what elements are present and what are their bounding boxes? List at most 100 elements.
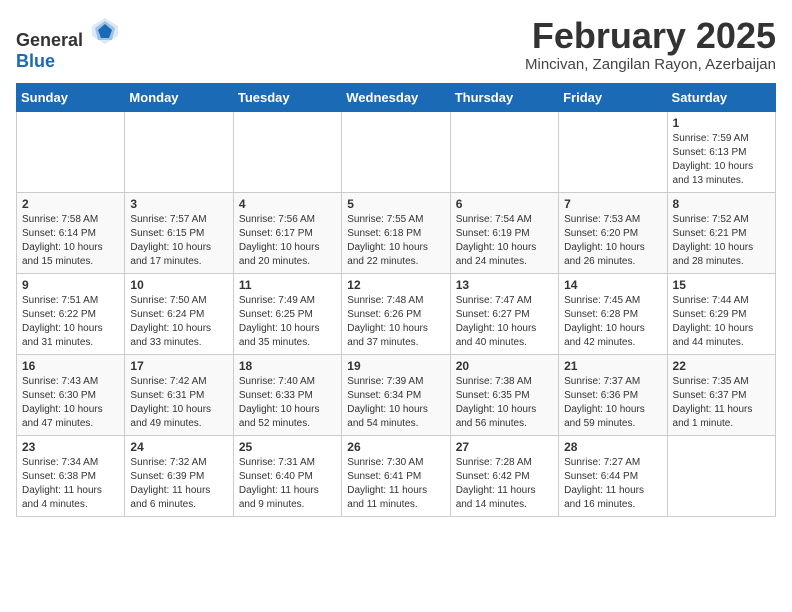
day-content: Sunrise: 7:39 AM Sunset: 6:34 PM Dayligh… — [347, 375, 444, 431]
calendar-cell — [342, 111, 450, 192]
calendar-cell — [667, 435, 775, 516]
day-content: Sunrise: 7:56 AM Sunset: 6:17 PM Dayligh… — [239, 213, 336, 269]
day-number: 7 — [564, 197, 661, 211]
logo-general-text: General — [16, 30, 83, 50]
day-header-wednesday: Wednesday — [342, 83, 450, 111]
calendar-cell: 11 Sunrise: 7:49 AM Sunset: 6:25 PM Dayli… — [233, 273, 341, 354]
day-number: 10 — [130, 278, 227, 292]
day-content: Sunrise: 7:51 AM Sunset: 6:22 PM Dayligh… — [22, 294, 119, 350]
calendar-cell: 26 Sunrise: 7:30 AM Sunset: 6:41 PM Dayli… — [342, 435, 450, 516]
calendar-cell: 2 Sunrise: 7:58 AM Sunset: 6:14 PM Daylig… — [17, 192, 125, 273]
day-number: 25 — [239, 440, 336, 454]
day-content: Sunrise: 7:48 AM Sunset: 6:26 PM Dayligh… — [347, 294, 444, 350]
day-header-monday: Monday — [125, 83, 233, 111]
day-number: 8 — [673, 197, 770, 211]
calendar-cell — [450, 111, 558, 192]
logo-blue-text: Blue — [16, 51, 55, 71]
day-number: 17 — [130, 359, 227, 373]
day-content: Sunrise: 7:58 AM Sunset: 6:14 PM Dayligh… — [22, 213, 119, 269]
day-content: Sunrise: 7:42 AM Sunset: 6:31 PM Dayligh… — [130, 375, 227, 431]
day-number: 15 — [673, 278, 770, 292]
logo: General Blue — [16, 16, 120, 72]
day-number: 2 — [22, 197, 119, 211]
month-title: February 2025 — [525, 16, 776, 56]
day-number: 6 — [456, 197, 553, 211]
day-header-thursday: Thursday — [450, 83, 558, 111]
week-row-1: 1 Sunrise: 7:59 AM Sunset: 6:13 PM Daylig… — [17, 111, 776, 192]
location-title: Mincivan, Zangilan Rayon, Azerbaijan — [525, 56, 776, 73]
calendar-cell: 17 Sunrise: 7:42 AM Sunset: 6:31 PM Dayli… — [125, 354, 233, 435]
day-header-saturday: Saturday — [667, 83, 775, 111]
day-number: 20 — [456, 359, 553, 373]
day-content: Sunrise: 7:44 AM Sunset: 6:29 PM Dayligh… — [673, 294, 770, 350]
day-content: Sunrise: 7:47 AM Sunset: 6:27 PM Dayligh… — [456, 294, 553, 350]
day-number: 26 — [347, 440, 444, 454]
calendar-cell: 19 Sunrise: 7:39 AM Sunset: 6:34 PM Dayli… — [342, 354, 450, 435]
calendar-cell: 8 Sunrise: 7:52 AM Sunset: 6:21 PM Daylig… — [667, 192, 775, 273]
calendar-cell: 1 Sunrise: 7:59 AM Sunset: 6:13 PM Daylig… — [667, 111, 775, 192]
day-number: 11 — [239, 278, 336, 292]
calendar-cell: 7Sunrise: 7:53 AM Sunset: 6:20 PM Daylig… — [559, 192, 667, 273]
day-content: Sunrise: 7:43 AM Sunset: 6:30 PM Dayligh… — [22, 375, 119, 431]
day-content: Sunrise: 7:45 AM Sunset: 6:28 PM Dayligh… — [564, 294, 661, 350]
day-number: 28 — [564, 440, 661, 454]
calendar-cell: 15 Sunrise: 7:44 AM Sunset: 6:29 PM Dayli… — [667, 273, 775, 354]
day-header-sunday: Sunday — [17, 83, 125, 111]
day-number: 27 — [456, 440, 553, 454]
calendar-cell: 4 Sunrise: 7:56 AM Sunset: 6:17 PM Daylig… — [233, 192, 341, 273]
header: General Blue February 2025 Mincivan, Zan… — [16, 16, 776, 73]
calendar-cell: 20 Sunrise: 7:38 AM Sunset: 6:35 PM Dayli… — [450, 354, 558, 435]
day-number: 19 — [347, 359, 444, 373]
day-content: Sunrise: 7:50 AM Sunset: 6:24 PM Dayligh… — [130, 294, 227, 350]
day-content: Sunrise: 7:34 AM Sunset: 6:38 PM Dayligh… — [22, 456, 119, 512]
day-number: 24 — [130, 440, 227, 454]
calendar-table: SundayMondayTuesdayWednesdayThursdayFrid… — [16, 83, 776, 517]
day-number: 9 — [22, 278, 119, 292]
calendar-cell: 14 Sunrise: 7:45 AM Sunset: 6:28 PM Dayli… — [559, 273, 667, 354]
day-number: 12 — [347, 278, 444, 292]
day-content: Sunrise: 7:59 AM Sunset: 6:13 PM Dayligh… — [673, 132, 770, 188]
day-number: 23 — [22, 440, 119, 454]
calendar-cell: 25Sunrise: 7:31 AM Sunset: 6:40 PM Dayli… — [233, 435, 341, 516]
day-content: Sunrise: 7:30 AM Sunset: 6:41 PM Dayligh… — [347, 456, 444, 512]
day-content: Sunrise: 7:40 AM Sunset: 6:33 PM Dayligh… — [239, 375, 336, 431]
calendar-cell: 24Sunrise: 7:32 AM Sunset: 6:39 PM Dayli… — [125, 435, 233, 516]
calendar-cell — [233, 111, 341, 192]
day-number: 1 — [673, 116, 770, 130]
day-number: 4 — [239, 197, 336, 211]
day-content: Sunrise: 7:35 AM Sunset: 6:37 PM Dayligh… — [673, 375, 770, 431]
calendar-cell: 16 Sunrise: 7:43 AM Sunset: 6:30 PM Dayli… — [17, 354, 125, 435]
week-row-4: 16 Sunrise: 7:43 AM Sunset: 6:30 PM Dayli… — [17, 354, 776, 435]
day-number: 3 — [130, 197, 227, 211]
day-number: 18 — [239, 359, 336, 373]
calendar-cell: 28Sunrise: 7:27 AM Sunset: 6:44 PM Dayli… — [559, 435, 667, 516]
week-row-3: 9 Sunrise: 7:51 AM Sunset: 6:22 PM Daylig… — [17, 273, 776, 354]
day-content: Sunrise: 7:49 AM Sunset: 6:25 PM Dayligh… — [239, 294, 336, 350]
logo-icon — [90, 16, 120, 46]
day-number: 22 — [673, 359, 770, 373]
day-number: 16 — [22, 359, 119, 373]
calendar-cell — [559, 111, 667, 192]
calendar-cell: 10 Sunrise: 7:50 AM Sunset: 6:24 PM Dayli… — [125, 273, 233, 354]
calendar-cell: 9 Sunrise: 7:51 AM Sunset: 6:22 PM Daylig… — [17, 273, 125, 354]
day-content: Sunrise: 7:55 AM Sunset: 6:18 PM Dayligh… — [347, 213, 444, 269]
day-content: Sunrise: 7:52 AM Sunset: 6:21 PM Dayligh… — [673, 213, 770, 269]
day-content: Sunrise: 7:38 AM Sunset: 6:35 PM Dayligh… — [456, 375, 553, 431]
day-header-friday: Friday — [559, 83, 667, 111]
calendar-cell: 23 Sunrise: 7:34 AM Sunset: 6:38 PM Dayli… — [17, 435, 125, 516]
calendar-cell — [125, 111, 233, 192]
day-number: 13 — [456, 278, 553, 292]
calendar-cell: 12 Sunrise: 7:48 AM Sunset: 6:26 PM Dayli… — [342, 273, 450, 354]
calendar-cell: 22 Sunrise: 7:35 AM Sunset: 6:37 PM Dayli… — [667, 354, 775, 435]
day-header-tuesday: Tuesday — [233, 83, 341, 111]
day-number: 5 — [347, 197, 444, 211]
day-content: Sunrise: 7:54 AM Sunset: 6:19 PM Dayligh… — [456, 213, 553, 269]
day-number: 14 — [564, 278, 661, 292]
day-content: Sunrise: 7:57 AM Sunset: 6:15 PM Dayligh… — [130, 213, 227, 269]
calendar-cell — [17, 111, 125, 192]
week-row-5: 23 Sunrise: 7:34 AM Sunset: 6:38 PM Dayli… — [17, 435, 776, 516]
calendar-cell: 3 Sunrise: 7:57 AM Sunset: 6:15 PM Daylig… — [125, 192, 233, 273]
calendar-cell: 5 Sunrise: 7:55 AM Sunset: 6:18 PM Daylig… — [342, 192, 450, 273]
title-area: February 2025 Mincivan, Zangilan Rayon, … — [525, 16, 776, 73]
calendar-header-row: SundayMondayTuesdayWednesdayThursdayFrid… — [17, 83, 776, 111]
